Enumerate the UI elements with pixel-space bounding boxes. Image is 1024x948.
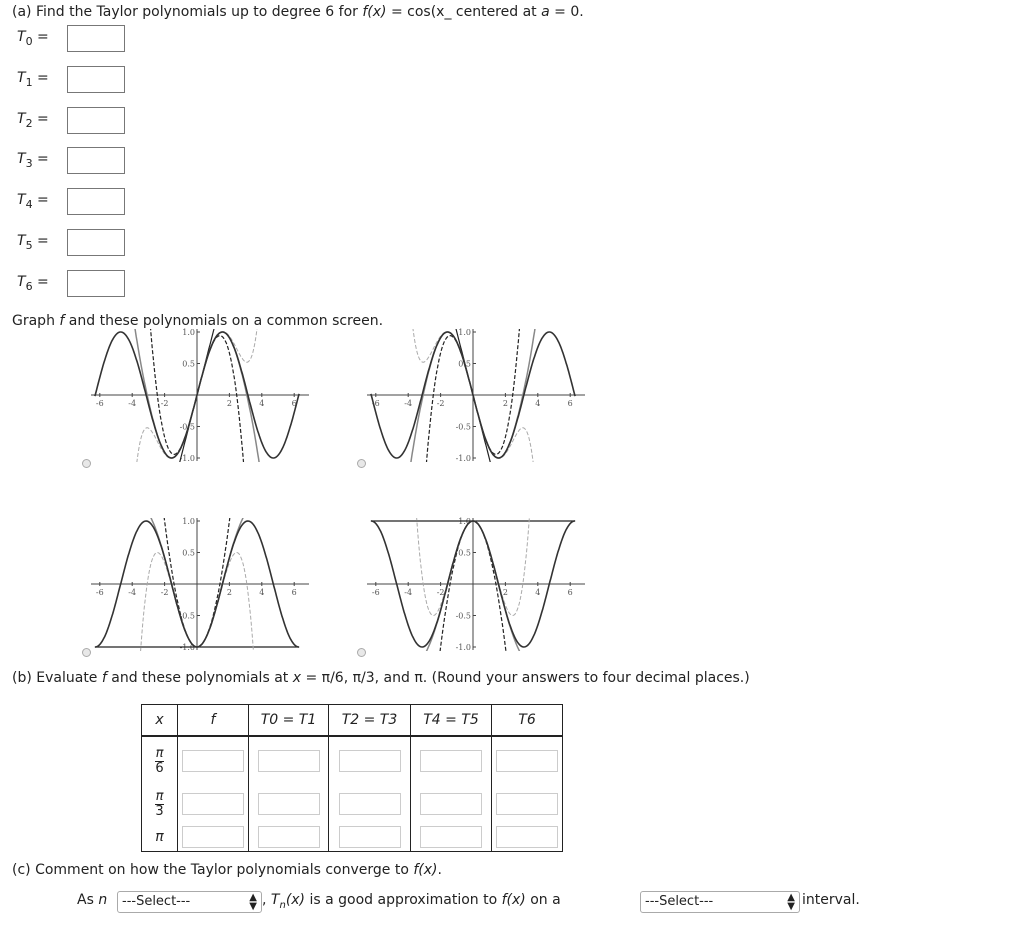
- x-tick-label: 6: [568, 588, 573, 597]
- header-x: x: [141, 704, 178, 737]
- x-value: π3: [141, 785, 178, 823]
- answer-input[interactable]: [257, 825, 320, 848]
- answer-input[interactable]: [420, 793, 482, 815]
- x-tick-label: 6: [292, 588, 297, 597]
- x-tick-label: 2: [503, 399, 508, 408]
- answer-input[interactable]: [182, 750, 244, 772]
- x-tick-label: -2: [161, 399, 169, 408]
- evaluation-table: x f T0 = T1 T2 = T3 T4 = T5 T6 π6 π3 π: [141, 704, 563, 852]
- y-tick-label: -0.5: [456, 612, 471, 621]
- answer-input[interactable]: [420, 825, 482, 848]
- answer-input[interactable]: [496, 825, 558, 848]
- x-tick-label: -6: [96, 588, 104, 597]
- x-value: π6: [141, 735, 178, 786]
- x-tick-label: 2: [227, 588, 232, 597]
- x-tick-label: -4: [128, 399, 136, 408]
- header-t4-t5: T4 = T5: [410, 704, 492, 737]
- answer-input[interactable]: [338, 750, 401, 772]
- approximation-text: , Tn(x) is a good approximation to f(x) …: [262, 892, 561, 911]
- graph-options: -6 -4 -2 2 4 6 1.0 0.5 -0.5 -1.0 -6 -4 -2 2 4 6 1.0 0.5 -0…: [91, 328, 585, 652]
- part-c-prompt: (c) Comment on how the Taylor polynomial…: [12, 862, 442, 878]
- x-tick-label: -4: [404, 399, 412, 408]
- x-tick-label: -4: [404, 588, 412, 597]
- answer-input[interactable]: [496, 793, 558, 815]
- table-row: π: [141, 822, 563, 852]
- answer-input[interactable]: [257, 793, 320, 815]
- answer-input[interactable]: [257, 750, 320, 772]
- answer-input[interactable]: [496, 750, 558, 772]
- graph-option-radio-3[interactable]: [82, 648, 91, 657]
- answer-input[interactable]: [338, 793, 401, 815]
- answer-input[interactable]: [338, 825, 401, 848]
- y-tick-label: 1.0: [458, 328, 471, 337]
- n-select[interactable]: ---Select--- ▲ ▼: [117, 891, 262, 913]
- graph-option-2: -6 -4 -2 2 4 61.00.5-0.5-1.0: [367, 328, 585, 463]
- graph-option-radio-2[interactable]: [357, 459, 366, 468]
- y-tick-label: 0.5: [182, 549, 195, 558]
- x-tick-label: -2: [161, 588, 169, 597]
- x-tick-label: -6: [96, 399, 104, 408]
- header-f: f: [177, 704, 249, 737]
- interval-label: interval.: [802, 892, 860, 908]
- select-arrows-icon: ▲ ▼: [249, 892, 257, 912]
- answer-input[interactable]: [420, 750, 482, 772]
- x-tick-label: 4: [259, 588, 264, 597]
- graph-option-radio-4[interactable]: [357, 648, 366, 657]
- x-tick-label: -4: [128, 588, 136, 597]
- as-n-label: As n: [77, 892, 108, 908]
- y-tick-label: 0.5: [182, 360, 195, 369]
- x-tick-label: -6: [372, 588, 380, 597]
- x-tick-label: 2: [503, 588, 508, 597]
- x-tick-label: -2: [437, 399, 445, 408]
- x-tick-label: 2: [227, 399, 232, 408]
- y-tick-label: 0.5: [458, 549, 471, 558]
- select-arrows-icon: ▲ ▼: [787, 892, 795, 912]
- y-tick-label: 1.0: [182, 328, 195, 337]
- x-value: π: [141, 822, 178, 852]
- interval-select[interactable]: ---Select--- ▲ ▼: [640, 891, 800, 913]
- table-row: π3: [141, 785, 563, 823]
- graph-option-1: -6 -4 -2 2 4 61.00.5-0.5-1.0: [91, 328, 309, 463]
- part-b-prompt: (b) Evaluate f and these polynomials at …: [12, 670, 750, 686]
- header-t2-t3: T2 = T3: [328, 704, 411, 737]
- y-tick-label: -1.0: [456, 454, 471, 463]
- answer-input[interactable]: [182, 825, 244, 848]
- header-t0-t1: T0 = T1: [248, 704, 329, 737]
- y-tick-label: -1.0: [456, 643, 471, 652]
- x-tick-label: -2: [437, 588, 445, 597]
- answer-input[interactable]: [182, 793, 244, 815]
- y-tick-label: -0.5: [456, 423, 471, 432]
- x-tick-label: 4: [535, 588, 540, 597]
- graph-option-3: -6 -4 -2 2 4 61.00.5-0.5-1.0: [91, 517, 309, 652]
- header-t6: T6: [491, 704, 563, 737]
- x-tick-label: 4: [535, 399, 540, 408]
- x-tick-label: 4: [259, 399, 264, 408]
- y-tick-label: 1.0: [182, 517, 195, 526]
- table-row: π6: [141, 735, 563, 786]
- x-tick-label: 6: [568, 399, 573, 408]
- graph-option-radio-1[interactable]: [82, 459, 91, 468]
- graph-option-4: -6 -4 -2 2 4 61.00.5-0.5-1.0: [367, 517, 585, 652]
